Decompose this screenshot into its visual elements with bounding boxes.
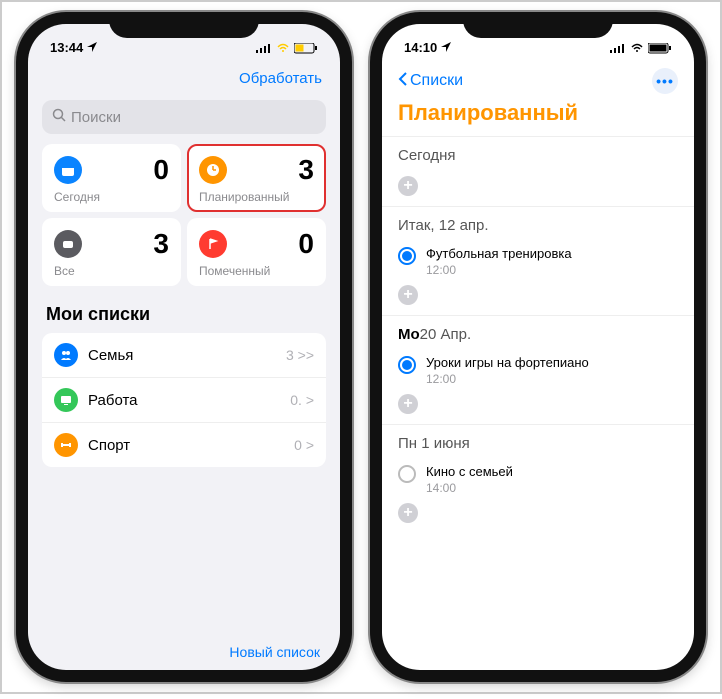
- plus-icon: +: [398, 285, 418, 305]
- battery-icon: [294, 40, 318, 55]
- plus-icon: +: [398, 394, 418, 414]
- reminder-item[interactable]: Уроки игры на фортепиано 12:00: [398, 351, 678, 390]
- list-item-meta: 0 >: [294, 437, 314, 453]
- status-time: 14:10: [404, 40, 437, 55]
- mylists-title: Мои списки: [28, 286, 340, 333]
- day-title: Итак, 12 апр.: [398, 217, 678, 234]
- screen-reminders-home: 13:44 Обработать Поиски 0 Сегодня: [28, 24, 340, 670]
- monitor-icon: [54, 388, 78, 412]
- back-label: Списки: [410, 72, 463, 90]
- people-icon: [54, 343, 78, 367]
- day-title: Сегодня: [398, 147, 678, 164]
- summary-grid: 0 Сегодня 3 Планированный 3 Все: [28, 144, 340, 286]
- add-reminder-button[interactable]: +: [398, 499, 678, 527]
- card-scheduled-label: Планированный: [199, 190, 314, 204]
- notch: [463, 12, 613, 38]
- card-all-label: Все: [54, 264, 169, 278]
- signal-icon: [610, 40, 626, 55]
- flag-icon: [199, 230, 227, 258]
- search-placeholder: Поиски: [71, 109, 121, 126]
- reminder-time: 12:00: [426, 372, 589, 386]
- phone-left: 13:44 Обработать Поиски 0 Сегодня: [16, 12, 352, 682]
- list-item-label: Спорт: [88, 437, 284, 454]
- reminder-item[interactable]: Кино с семьей 14:00: [398, 460, 678, 499]
- card-today-label: Сегодня: [54, 190, 169, 204]
- new-list-button[interactable]: Новый список: [229, 644, 320, 660]
- list-item-family[interactable]: Семья 3 >>: [42, 333, 326, 378]
- wifi-icon: [630, 40, 644, 55]
- add-reminder-button[interactable]: +: [398, 390, 678, 418]
- radio-icon[interactable]: [398, 356, 416, 374]
- card-all[interactable]: 3 Все: [42, 218, 181, 286]
- ellipsis-icon: •••: [656, 73, 674, 89]
- day-section-apr20: Mo20 Апр. Уроки игры на фортепиано 12:00…: [382, 315, 694, 424]
- reminder-item[interactable]: Футбольная тренировка 12:00: [398, 242, 678, 281]
- dumbbell-icon: [54, 433, 78, 457]
- reminder-time: 12:00: [426, 263, 572, 277]
- more-button[interactable]: •••: [652, 68, 678, 94]
- list-item-meta: 0. >: [290, 392, 314, 408]
- card-scheduled[interactable]: 3 Планированный: [187, 144, 326, 212]
- card-all-count: 3: [153, 228, 169, 260]
- day-section-today: Сегодня +: [382, 136, 694, 206]
- reminder-text: Футбольная тренировка: [426, 246, 572, 261]
- phone-right: 14:10 Списки ••• Планированный Сегодня +: [370, 12, 706, 682]
- list-item-sport[interactable]: Спорт 0 >: [42, 423, 326, 467]
- screen-scheduled-list: 14:10 Списки ••• Планированный Сегодня +: [382, 24, 694, 670]
- add-reminder-button[interactable]: +: [398, 281, 678, 309]
- search-icon: [52, 108, 66, 126]
- radio-icon[interactable]: [398, 247, 416, 265]
- top-bar: Обработать: [28, 62, 340, 94]
- location-icon: [87, 40, 97, 55]
- edit-link[interactable]: Обработать: [239, 70, 322, 87]
- reminder-time: 14:00: [426, 481, 513, 495]
- reminder-text: Уроки игры на фортепиано: [426, 355, 589, 370]
- card-today[interactable]: 0 Сегодня: [42, 144, 181, 212]
- notch: [109, 12, 259, 38]
- reminder-text: Кино с семьей: [426, 464, 513, 479]
- wifi-icon: [276, 40, 290, 55]
- day-title: Mo20 Апр.: [398, 326, 678, 343]
- chevron-left-icon: [398, 71, 408, 92]
- list-item-label: Семья: [88, 347, 276, 364]
- day-section-jun1: Пн 1 июня Кино с семьей 14:00 +: [382, 424, 694, 533]
- card-scheduled-count: 3: [298, 154, 314, 186]
- clock-icon: [199, 156, 227, 184]
- day-section-apr12: Итак, 12 апр. Футбольная тренировка 12:0…: [382, 206, 694, 315]
- tray-icon: [54, 230, 82, 258]
- battery-icon: [648, 40, 672, 55]
- card-today-count: 0: [153, 154, 169, 186]
- list-item-meta: 3 >>: [286, 347, 314, 363]
- list-item-label: Работа: [88, 392, 280, 409]
- card-flagged[interactable]: 0 Помеченный: [187, 218, 326, 286]
- radio-icon[interactable]: [398, 465, 416, 483]
- back-button[interactable]: Списки: [398, 71, 463, 92]
- add-reminder-button[interactable]: +: [398, 172, 678, 200]
- day-title: Пн 1 июня: [398, 435, 678, 452]
- calendar-icon: [54, 156, 82, 184]
- card-flagged-label: Помеченный: [199, 264, 314, 278]
- plus-icon: +: [398, 176, 418, 196]
- list-item-work[interactable]: Работа 0. >: [42, 378, 326, 423]
- location-icon: [441, 40, 451, 55]
- page-title: Планированный: [382, 98, 694, 136]
- card-flagged-count: 0: [298, 228, 314, 260]
- mylists: Семья 3 >> Работа 0. > Спорт 0 >: [42, 333, 326, 467]
- status-time: 13:44: [50, 40, 83, 55]
- search-input[interactable]: Поиски: [42, 100, 326, 134]
- nav-bar: Списки •••: [382, 62, 694, 98]
- plus-icon: +: [398, 503, 418, 523]
- signal-icon: [256, 40, 272, 55]
